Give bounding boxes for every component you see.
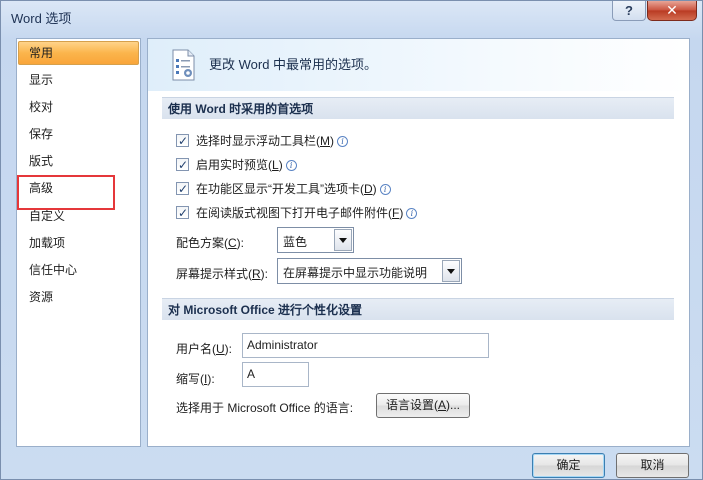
info-icon: i — [379, 184, 391, 195]
nav-item-addins[interactable]: 加载项 — [18, 231, 139, 255]
window-title: Word 选项 — [11, 11, 72, 26]
language-label: 选择用于 Microsoft Office 的语言: — [176, 401, 354, 415]
color-scheme-value: 蓝色 — [283, 235, 308, 249]
options-panel: 更改 Word 中最常用的选项。 使用 Word 时采用的首选项 选择时显示浮动… — [147, 38, 690, 447]
live-preview-label: 启用实时预览(L) i — [196, 156, 297, 174]
category-nav: 常用 显示 校对 保存 版式 高级 自定义 加载项 信任中心 资源 — [16, 38, 141, 447]
mini-toolbar-label: 选择时显示浮动工具栏(M) i — [196, 132, 348, 150]
nav-item-save[interactable]: 保存 — [18, 122, 139, 146]
live-preview-checkbox[interactable] — [176, 156, 189, 174]
nav-item-display[interactable]: 显示 — [18, 68, 139, 92]
username-label: 用户名(U): — [176, 342, 233, 356]
initials-label: 缩写(I): — [176, 372, 215, 386]
ok-button[interactable]: 确定 — [532, 453, 605, 478]
panel-header-text: 更改 Word 中最常用的选项。 — [209, 57, 378, 72]
word-options-dialog: Word 选项 ? ✕ 常用 显示 校对 保存 版式 高级 自定义 加载项 信任… — [0, 0, 703, 480]
nav-item-advanced[interactable]: 高级 — [18, 176, 139, 200]
help-button[interactable]: ? — [612, 1, 646, 21]
initials-input[interactable]: A — [242, 362, 309, 387]
nav-item-customize[interactable]: 自定义 — [18, 204, 139, 228]
nav-item-resources[interactable]: 资源 — [18, 285, 139, 309]
nav-item-popular[interactable]: 常用 — [18, 41, 139, 65]
email-attachments-checkbox[interactable] — [176, 204, 189, 222]
options-settings-icon — [172, 49, 195, 81]
username-input[interactable]: Administrator — [242, 333, 489, 358]
panel-header: 更改 Word 中最常用的选项。 — [148, 39, 689, 91]
screentip-style-select[interactable]: 在屏幕提示中显示功能说明 — [277, 258, 462, 284]
chevron-down-icon[interactable] — [334, 229, 352, 251]
info-icon: i — [406, 208, 418, 219]
nav-item-trust-center[interactable]: 信任中心 — [18, 258, 139, 282]
info-icon: i — [285, 160, 297, 171]
mini-toolbar-checkbox[interactable] — [176, 132, 189, 150]
screentip-style-value: 在屏幕提示中显示功能说明 — [283, 266, 428, 280]
color-scheme-select[interactable]: 蓝色 — [277, 227, 354, 253]
email-attachments-label: 在阅读版式视图下打开电子邮件附件(F) i — [196, 204, 418, 222]
section-preferences-heading: 使用 Word 时采用的首选项 — [162, 97, 674, 119]
screentip-style-label: 屏幕提示样式(R): — [176, 267, 269, 281]
section-personalize-heading: 对 Microsoft Office 进行个性化设置 — [162, 298, 674, 320]
chevron-down-icon[interactable] — [442, 260, 460, 282]
color-scheme-label: 配色方案(C): — [176, 236, 245, 250]
nav-item-proofing[interactable]: 校对 — [18, 95, 139, 119]
language-settings-button[interactable]: 语言设置(A)... — [376, 393, 470, 418]
developer-tab-label: 在功能区显示“开发工具”选项卡(D) i — [196, 180, 391, 198]
nav-item-layout[interactable]: 版式 — [18, 149, 139, 173]
developer-tab-checkbox[interactable] — [176, 180, 189, 198]
info-icon: i — [337, 136, 348, 147]
cancel-button[interactable]: 取消 — [616, 453, 689, 478]
close-button[interactable]: ✕ — [647, 1, 697, 21]
title-bar: Word 选项 ? ✕ — [1, 1, 702, 31]
